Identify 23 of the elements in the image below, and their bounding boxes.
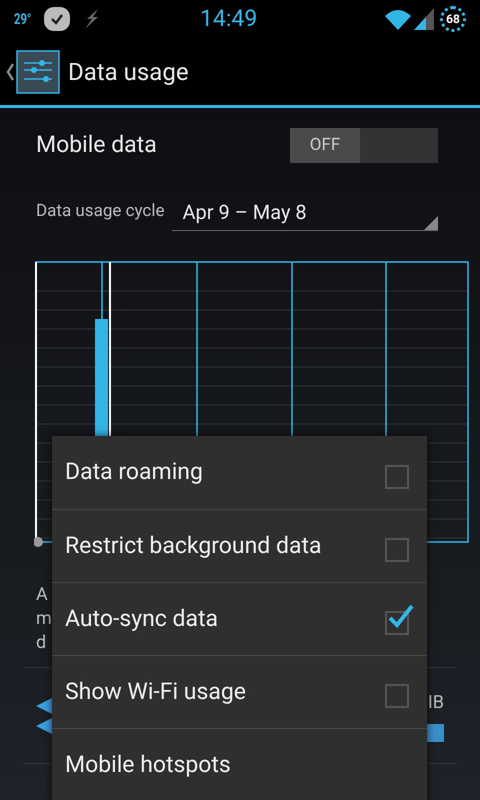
cycle-label: Data usage cycle xyxy=(36,200,164,224)
menu-item[interactable]: Auto-sync data xyxy=(52,582,427,655)
toggle-switch[interactable]: OFF xyxy=(290,128,438,163)
mobile-data-label: Mobile data xyxy=(36,130,157,160)
menu-item[interactable]: Show Wi-Fi usage xyxy=(52,655,427,728)
screen-title: Data usage xyxy=(68,56,189,88)
wifi-icon xyxy=(384,8,412,30)
cycle-dropdown[interactable]: Apr 9 – May 8 xyxy=(172,193,438,231)
menu-item[interactable]: Restrict background data xyxy=(52,509,427,582)
back-caret-icon[interactable] xyxy=(6,62,14,80)
description-text: d xyxy=(36,631,46,655)
check-badge-icon xyxy=(44,7,70,31)
description-text: A xyxy=(36,583,48,607)
clock-text: 14:49 xyxy=(200,4,258,34)
menu-item[interactable]: Mobile hotspots xyxy=(52,728,427,800)
settings-icon[interactable] xyxy=(16,50,60,94)
battery-icon: 68 xyxy=(440,6,466,32)
usage-text: IB xyxy=(428,691,444,715)
dropdown-corner-icon xyxy=(424,216,438,230)
description-text: m xyxy=(36,607,52,631)
checked-checkbox[interactable] xyxy=(385,603,415,635)
temperature-text: 29° xyxy=(14,8,29,30)
signal-icon xyxy=(414,8,434,30)
